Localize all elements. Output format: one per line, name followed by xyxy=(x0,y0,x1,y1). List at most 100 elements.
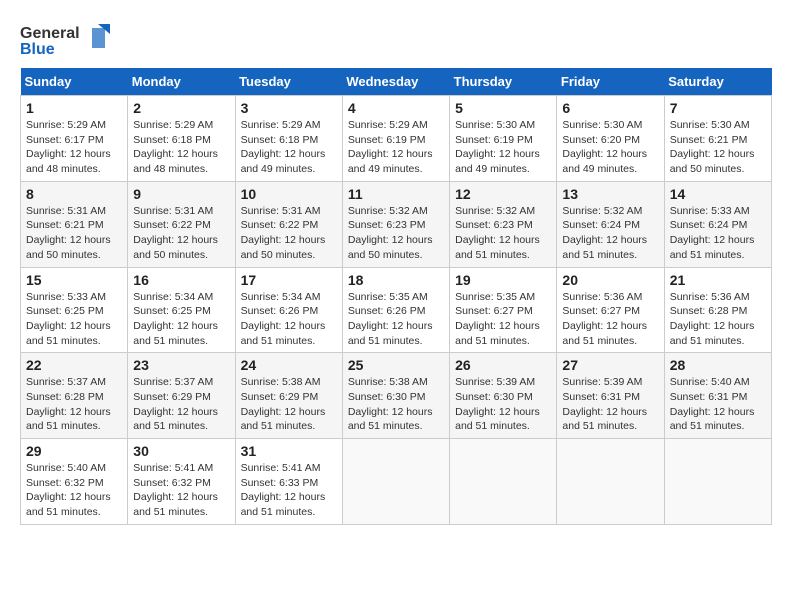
day-number: 18 xyxy=(348,272,444,288)
day-number: 19 xyxy=(455,272,551,288)
day-info: Sunrise: 5:29 AMSunset: 6:18 PMDaylight:… xyxy=(133,118,229,177)
svg-text:Blue: Blue xyxy=(20,41,55,58)
calendar-cell: 2Sunrise: 5:29 AMSunset: 6:18 PMDaylight… xyxy=(128,96,235,182)
day-number: 10 xyxy=(241,186,337,202)
calendar-cell xyxy=(557,439,664,525)
day-number: 15 xyxy=(26,272,122,288)
day-number: 22 xyxy=(26,357,122,373)
calendar-cell: 27Sunrise: 5:39 AMSunset: 6:31 PMDayligh… xyxy=(557,353,664,439)
header-friday: Friday xyxy=(557,68,664,96)
day-number: 23 xyxy=(133,357,229,373)
calendar-cell: 5 Sunrise: 5:30 AMSunset: 6:19 PMDaylight… xyxy=(450,96,557,182)
day-info: Sunrise: 5:34 AMSunset: 6:26 PMDaylight:… xyxy=(241,290,337,349)
calendar-cell: 8 Sunrise: 5:31 AMSunset: 6:21 PMDaylight… xyxy=(21,181,128,267)
calendar-cell: 26Sunrise: 5:39 AMSunset: 6:30 PMDayligh… xyxy=(450,353,557,439)
calendar-cell xyxy=(450,439,557,525)
day-info: Sunrise: 5:35 AMSunset: 6:26 PMDaylight:… xyxy=(348,290,444,349)
page-header: General Blue xyxy=(20,20,772,58)
calendar-cell: 24 Sunrise: 5:38 AMSunset: 6:29 PMDayligh… xyxy=(235,353,342,439)
day-info: Sunrise: 5:36 AMSunset: 6:27 PMDaylight:… xyxy=(562,290,658,349)
week-row-4: 22 Sunrise: 5:37 AMSunset: 6:28 PMDayligh… xyxy=(21,353,772,439)
day-info: Sunrise: 5:31 AMSunset: 6:22 PMDaylight:… xyxy=(133,204,229,263)
calendar-cell: 6 Sunrise: 5:30 AMSunset: 6:20 PMDaylight… xyxy=(557,96,664,182)
day-number: 24 xyxy=(241,357,337,373)
day-number: 17 xyxy=(241,272,337,288)
calendar-cell: 15Sunrise: 5:33 AMSunset: 6:25 PMDayligh… xyxy=(21,267,128,353)
day-info: Sunrise: 5:31 AMSunset: 6:21 PMDaylight:… xyxy=(26,204,122,263)
calendar-cell: 19 Sunrise: 5:35 AMSunset: 6:27 PMDayligh… xyxy=(450,267,557,353)
calendar-cell: 3 Sunrise: 5:29 AMSunset: 6:18 PMDaylight… xyxy=(235,96,342,182)
day-number: 13 xyxy=(562,186,658,202)
logo-icon: General Blue xyxy=(20,20,110,58)
day-info: Sunrise: 5:30 AMSunset: 6:19 PMDaylight:… xyxy=(455,118,551,177)
day-info: Sunrise: 5:29 AMSunset: 6:17 PMDaylight:… xyxy=(26,118,122,177)
day-info: Sunrise: 5:29 AMSunset: 6:19 PMDaylight:… xyxy=(348,118,444,177)
day-info: Sunrise: 5:37 AMSunset: 6:28 PMDaylight:… xyxy=(26,375,122,434)
calendar-cell: 31 Sunrise: 5:41 AMSunset: 6:33 PMDayligh… xyxy=(235,439,342,525)
calendar-cell: 14 Sunrise: 5:33 AMSunset: 6:24 PMDayligh… xyxy=(664,181,771,267)
day-info: Sunrise: 5:38 AMSunset: 6:29 PMDaylight:… xyxy=(241,375,337,434)
calendar-cell xyxy=(664,439,771,525)
day-info: Sunrise: 5:38 AMSunset: 6:30 PMDaylight:… xyxy=(348,375,444,434)
day-number: 11 xyxy=(348,186,444,202)
header-sunday: Sunday xyxy=(21,68,128,96)
day-info: Sunrise: 5:41 AMSunset: 6:32 PMDaylight:… xyxy=(133,461,229,520)
calendar-cell: 30 Sunrise: 5:41 AMSunset: 6:32 PMDayligh… xyxy=(128,439,235,525)
day-number: 16 xyxy=(133,272,229,288)
calendar-cell: 12 Sunrise: 5:32 AMSunset: 6:23 PMDayligh… xyxy=(450,181,557,267)
day-number: 3 xyxy=(241,100,337,116)
week-row-3: 15Sunrise: 5:33 AMSunset: 6:25 PMDayligh… xyxy=(21,267,772,353)
logo: General Blue xyxy=(20,20,110,58)
day-info: Sunrise: 5:30 AMSunset: 6:20 PMDaylight:… xyxy=(562,118,658,177)
header-thursday: Thursday xyxy=(450,68,557,96)
week-row-1: 1 Sunrise: 5:29 AMSunset: 6:17 PMDaylight… xyxy=(21,96,772,182)
day-info: Sunrise: 5:37 AMSunset: 6:29 PMDaylight:… xyxy=(133,375,229,434)
day-number: 31 xyxy=(241,443,337,459)
calendar-cell: 28 Sunrise: 5:40 AMSunset: 6:31 PMDayligh… xyxy=(664,353,771,439)
calendar-cell: 20Sunrise: 5:36 AMSunset: 6:27 PMDayligh… xyxy=(557,267,664,353)
day-info: Sunrise: 5:32 AMSunset: 6:23 PMDaylight:… xyxy=(455,204,551,263)
week-row-2: 8 Sunrise: 5:31 AMSunset: 6:21 PMDaylight… xyxy=(21,181,772,267)
weekday-header-row: Sunday Monday Tuesday Wednesday Thursday… xyxy=(21,68,772,96)
day-info: Sunrise: 5:41 AMSunset: 6:33 PMDaylight:… xyxy=(241,461,337,520)
day-number: 5 xyxy=(455,100,551,116)
day-info: Sunrise: 5:36 AMSunset: 6:28 PMDaylight:… xyxy=(670,290,766,349)
day-number: 14 xyxy=(670,186,766,202)
header-tuesday: Tuesday xyxy=(235,68,342,96)
day-info: Sunrise: 5:32 AMSunset: 6:24 PMDaylight:… xyxy=(562,204,658,263)
calendar-cell: 1 Sunrise: 5:29 AMSunset: 6:17 PMDaylight… xyxy=(21,96,128,182)
calendar-cell: 7Sunrise: 5:30 AMSunset: 6:21 PMDaylight… xyxy=(664,96,771,182)
day-info: Sunrise: 5:35 AMSunset: 6:27 PMDaylight:… xyxy=(455,290,551,349)
calendar-table: Sunday Monday Tuesday Wednesday Thursday… xyxy=(20,68,772,525)
day-number: 4 xyxy=(348,100,444,116)
day-number: 29 xyxy=(26,443,122,459)
week-row-5: 29 Sunrise: 5:40 AMSunset: 6:32 PMDayligh… xyxy=(21,439,772,525)
day-number: 7 xyxy=(670,100,766,116)
calendar-cell: 21 Sunrise: 5:36 AMSunset: 6:28 PMDayligh… xyxy=(664,267,771,353)
calendar-cell: 13 Sunrise: 5:32 AMSunset: 6:24 PMDayligh… xyxy=(557,181,664,267)
day-info: Sunrise: 5:31 AMSunset: 6:22 PMDaylight:… xyxy=(241,204,337,263)
calendar-cell: 4 Sunrise: 5:29 AMSunset: 6:19 PMDaylight… xyxy=(342,96,449,182)
day-number: 30 xyxy=(133,443,229,459)
day-number: 6 xyxy=(562,100,658,116)
day-info: Sunrise: 5:39 AMSunset: 6:31 PMDaylight:… xyxy=(562,375,658,434)
day-number: 8 xyxy=(26,186,122,202)
calendar-cell: 25Sunrise: 5:38 AMSunset: 6:30 PMDayligh… xyxy=(342,353,449,439)
day-number: 12 xyxy=(455,186,551,202)
calendar-cell xyxy=(342,439,449,525)
header-wednesday: Wednesday xyxy=(342,68,449,96)
calendar-cell: 16Sunrise: 5:34 AMSunset: 6:25 PMDayligh… xyxy=(128,267,235,353)
calendar-cell: 22 Sunrise: 5:37 AMSunset: 6:28 PMDayligh… xyxy=(21,353,128,439)
calendar-cell: 23 Sunrise: 5:37 AMSunset: 6:29 PMDayligh… xyxy=(128,353,235,439)
day-number: 9 xyxy=(133,186,229,202)
day-info: Sunrise: 5:40 AMSunset: 6:31 PMDaylight:… xyxy=(670,375,766,434)
day-info: Sunrise: 5:32 AMSunset: 6:23 PMDaylight:… xyxy=(348,204,444,263)
calendar-cell: 29 Sunrise: 5:40 AMSunset: 6:32 PMDayligh… xyxy=(21,439,128,525)
day-number: 21 xyxy=(670,272,766,288)
day-info: Sunrise: 5:33 AMSunset: 6:24 PMDaylight:… xyxy=(670,204,766,263)
day-info: Sunrise: 5:29 AMSunset: 6:18 PMDaylight:… xyxy=(241,118,337,177)
day-info: Sunrise: 5:40 AMSunset: 6:32 PMDaylight:… xyxy=(26,461,122,520)
day-number: 28 xyxy=(670,357,766,373)
svg-text:General: General xyxy=(20,25,80,42)
day-number: 1 xyxy=(26,100,122,116)
